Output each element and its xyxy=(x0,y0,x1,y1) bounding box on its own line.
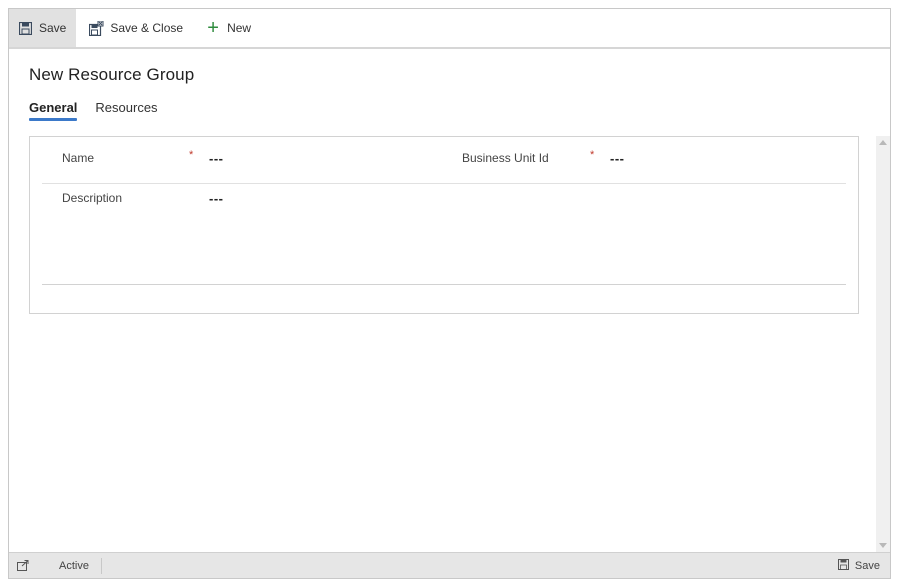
save-and-close-label: Save & Close xyxy=(110,21,184,35)
status-bar: Active Save xyxy=(9,552,890,578)
app-window: Save Save & Close + New New Resource Gro… xyxy=(8,8,891,579)
form-tabs: General Resources xyxy=(29,100,158,121)
tab-general[interactable]: General xyxy=(29,100,78,121)
save-icon xyxy=(17,20,33,36)
new-button[interactable]: + New xyxy=(193,9,261,47)
name-label: Name xyxy=(62,151,95,165)
description-field[interactable]: --- xyxy=(209,191,224,206)
save-button-label: Save xyxy=(39,21,67,35)
form-row-2: Description --- xyxy=(42,184,846,285)
command-bar: Save Save & Close + New xyxy=(9,9,890,49)
tab-resources[interactable]: Resources xyxy=(95,100,157,121)
save-close-icon xyxy=(88,20,104,36)
business-unit-required-mark: * xyxy=(590,149,595,161)
footer-save-button[interactable]: Save xyxy=(837,558,880,573)
save-and-close-button[interactable]: Save & Close xyxy=(76,9,193,47)
popout-icon[interactable] xyxy=(9,553,37,579)
scroll-up-arrow-icon[interactable] xyxy=(879,140,887,145)
page-title: New Resource Group xyxy=(29,65,195,84)
save-button[interactable]: Save xyxy=(9,9,77,47)
business-unit-field[interactable]: --- xyxy=(610,151,625,166)
new-button-label: New xyxy=(227,21,252,35)
vertical-scrollbar[interactable] xyxy=(876,136,890,552)
name-required-mark: * xyxy=(189,149,194,161)
general-section: Name * --- Business Unit Id * --- Descri… xyxy=(29,136,859,314)
name-field[interactable]: --- xyxy=(209,151,224,166)
record-status: Active xyxy=(59,557,102,574)
footer-save-icon xyxy=(837,558,849,573)
plus-icon: + xyxy=(207,17,219,39)
description-label: Description xyxy=(62,191,123,205)
business-unit-label: Business Unit Id xyxy=(462,151,549,165)
scroll-down-arrow-icon[interactable] xyxy=(879,543,887,548)
form-row-1: Name * --- Business Unit Id * --- xyxy=(42,137,846,184)
footer-save-label: Save xyxy=(854,559,880,572)
